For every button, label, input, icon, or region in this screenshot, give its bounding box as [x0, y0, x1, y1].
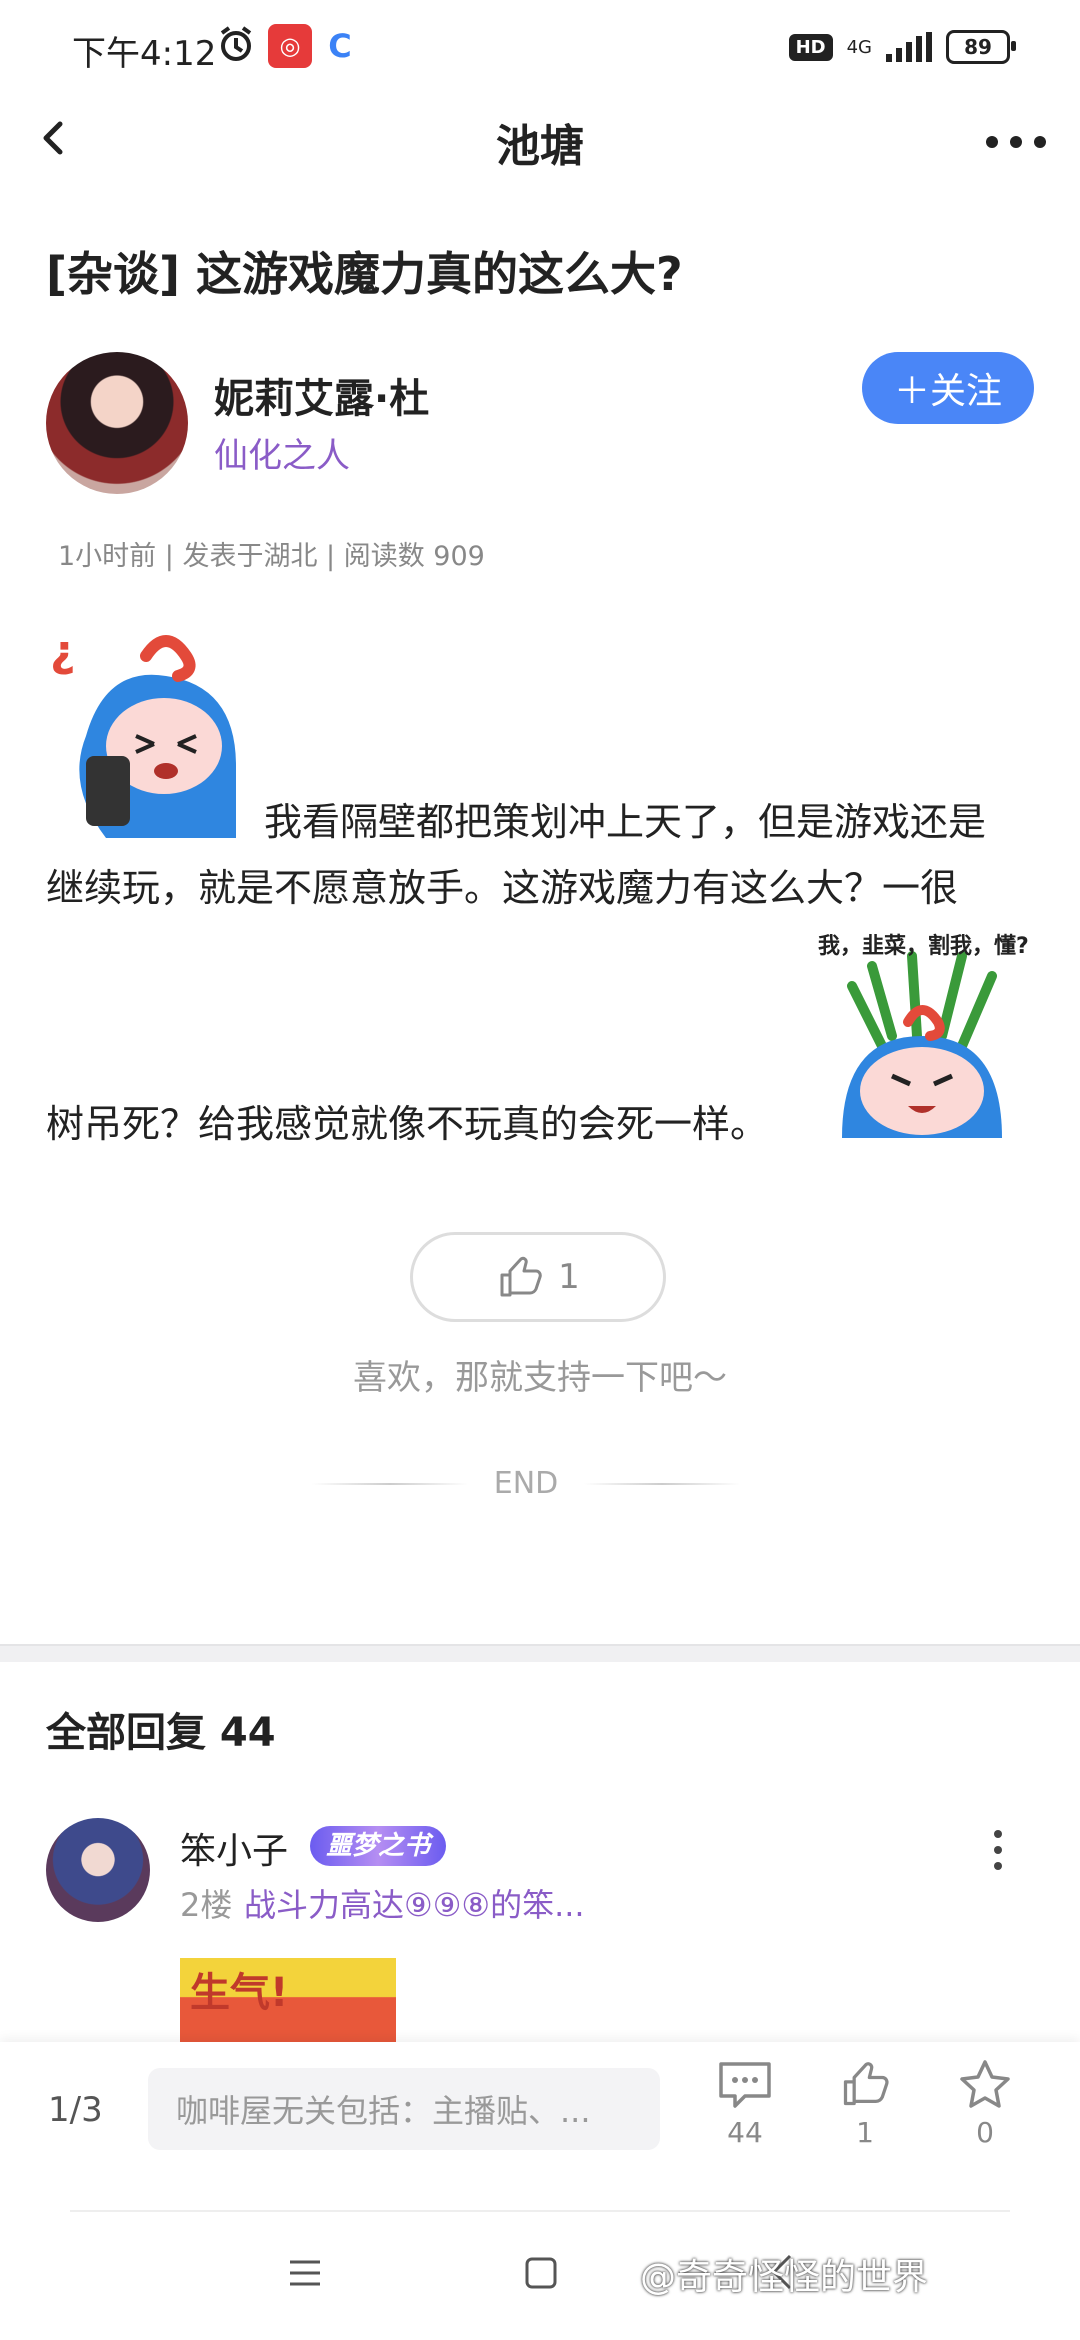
status-time: 下午4:12 [72, 34, 217, 74]
reply-avatar[interactable] [46, 1818, 150, 1922]
like-count: 1 [558, 1257, 580, 1297]
reply-author-name[interactable]: 笨小子 [180, 1822, 288, 1874]
like-action-count: 1 [856, 2116, 874, 2149]
post-text-line-3: 树吊死？给我感觉就像不玩真的会死一样。 [46, 1102, 769, 1146]
end-label: END [493, 1466, 559, 1501]
alarm-icon [214, 22, 258, 66]
sticker-image: ¿ [46, 626, 246, 838]
hd-badge: HD [788, 33, 833, 61]
sticker-caption: 我，韭菜，割我，懂? [818, 934, 1029, 959]
thumb-up-icon [500, 1256, 542, 1297]
reply-image-text: 生气! [190, 1970, 289, 2016]
post-meta: 1小时前 | 发表于湖北 | 阅读数 909 [58, 541, 485, 572]
follow-button[interactable]: ＋关注 [862, 352, 1034, 424]
watermark: @奇奇怪怪的世界 [640, 2257, 929, 2298]
post-text-line-2: 继续玩，就是不愿意放手。这游戏魔力有这么大？一很 [46, 866, 959, 910]
more-vertical-icon[interactable] [994, 1830, 1002, 1870]
network-label: 4G [846, 36, 872, 58]
app-c-icon: C [328, 27, 352, 65]
home-nav-icon[interactable] [524, 2256, 558, 2294]
author-name[interactable]: 妮莉艾露·杜 [214, 366, 429, 424]
post-text-line-1: 我看隔壁都把策划冲上天了，但是游戏还是 [264, 800, 987, 844]
replies-title: 全部回复 44 [46, 1710, 276, 1756]
reply-floor-text: 战斗力高达⑨⑨⑧的笨... [244, 1886, 585, 1924]
post-title: [杂谈] 这游戏魔力真的这么大? [46, 247, 683, 301]
section-divider [0, 1644, 1080, 1662]
page-indicator[interactable]: 1/3 [48, 2090, 103, 2130]
netease-music-icon: ◎ [268, 24, 312, 68]
battery-icon: 89 [946, 30, 1016, 64]
reply-floor: 2楼 [180, 1886, 233, 1924]
page-title: 池塘 [496, 121, 584, 172]
status-right: HD 4G 89 [788, 30, 1016, 64]
svg-text:¿: ¿ [50, 626, 76, 677]
comment-button[interactable]: 44 [700, 2058, 790, 2149]
status-bar: 下午4:12 ◎ C HD 4G 89 [0, 0, 1080, 96]
support-text: 喜欢，那就支持一下吧～ [353, 1358, 727, 1398]
star-icon [960, 2060, 1010, 2108]
menu-nav-icon[interactable] [288, 2258, 322, 2292]
favorite-button[interactable]: 0 [940, 2058, 1030, 2149]
comment-count: 44 [727, 2116, 763, 2149]
end-divider: END [312, 1466, 740, 1501]
signal-icon [886, 32, 932, 62]
author-avatar[interactable] [46, 352, 188, 494]
favorite-count: 0 [976, 2116, 994, 2149]
reply-badge: 噩梦之书 [310, 1826, 447, 1866]
more-icon[interactable] [986, 136, 1046, 148]
like-action-button[interactable]: 1 [820, 2058, 910, 2149]
thumb-up-icon [843, 2062, 889, 2106]
comment-icon [719, 2062, 771, 2108]
comment-input[interactable]: 咖啡屋无关包括：主播贴、... [148, 2068, 660, 2150]
author-tag: 仙化之人 [214, 436, 350, 476]
battery-level: 89 [964, 35, 992, 59]
like-button[interactable]: 1 [410, 1232, 666, 1322]
